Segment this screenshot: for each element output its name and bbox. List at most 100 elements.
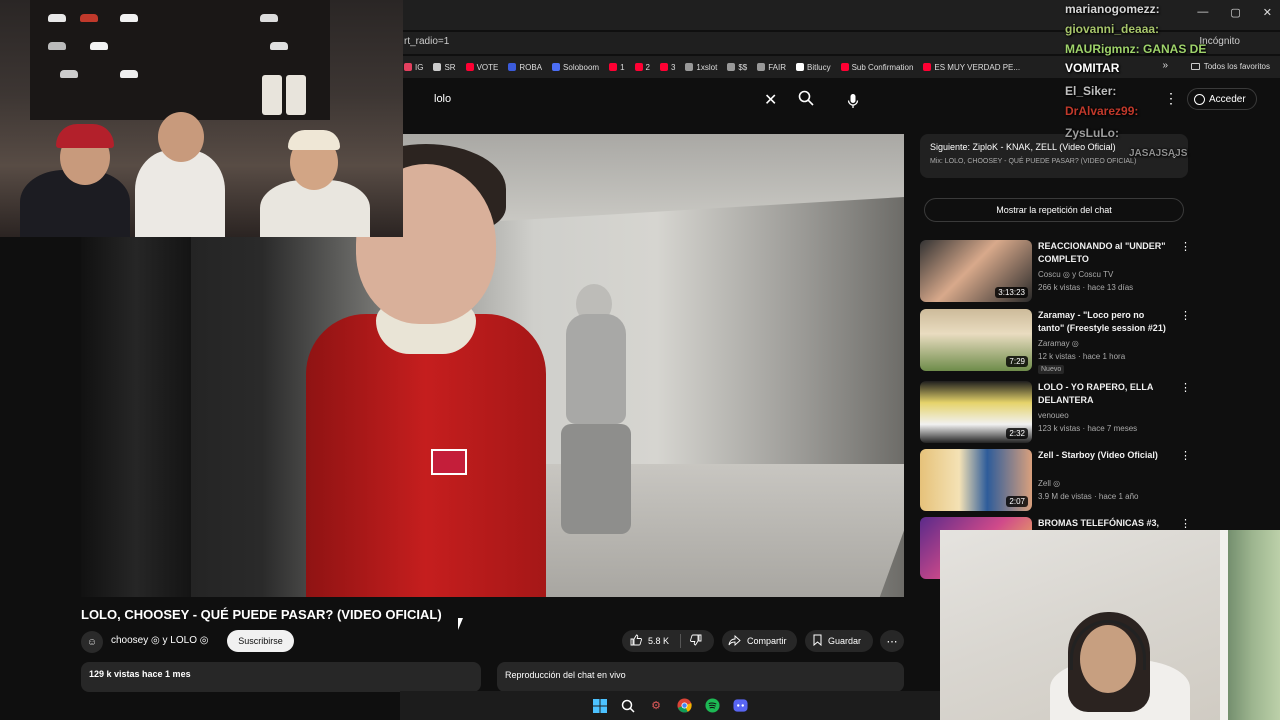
bookmark-item[interactable]: $$	[727, 63, 747, 72]
bookmark-favicon-icon	[840, 63, 849, 71]
windows-start-icon[interactable]	[591, 697, 609, 715]
discord-icon[interactable]	[731, 697, 749, 715]
bookmark-label: ROBA	[519, 62, 543, 72]
share-arrow-icon	[728, 634, 741, 648]
chat-message: marianogomezz:	[1065, 2, 1160, 16]
bookmark-favicon-icon	[923, 63, 932, 71]
bookmark-item[interactable]: Sub Confirmation	[840, 63, 913, 72]
recommendation-thumbnail[interactable]: 7:29	[920, 309, 1032, 371]
bookmark-favicon-icon	[508, 63, 517, 71]
bookmark-item[interactable]: SR	[433, 62, 456, 72]
more-actions-button[interactable]: ⋯	[880, 630, 904, 652]
bookmark-favicon-icon	[634, 63, 643, 71]
taskbar-search-icon[interactable]	[619, 697, 637, 715]
bookmark-favicon-icon	[659, 63, 668, 71]
recommendation-channel[interactable]: Coscu ◎ y Coscu TV	[1038, 270, 1113, 279]
recommendation-channel[interactable]: Zell ◎	[1038, 479, 1060, 488]
recommendation-menu-icon[interactable]: ⋮	[1180, 309, 1191, 322]
mouse-cursor-icon	[458, 618, 468, 630]
bookmark-item[interactable]: IG	[404, 63, 423, 72]
bookmark-icon	[813, 634, 822, 648]
thumbs-down-icon[interactable]	[690, 634, 702, 649]
app-icon[interactable]: ⚙	[647, 697, 665, 715]
chrome-icon[interactable]	[675, 697, 693, 715]
recommendation-menu-icon[interactable]: ⋮	[1180, 381, 1191, 394]
video-scene-dancer	[551, 274, 641, 544]
recommendation-title[interactable]: Zaramay - "Loco pero no tanto" (Freestyl…	[1038, 309, 1173, 335]
bookmark-label: Soloboom	[563, 62, 600, 72]
recommendation-channel[interactable]: venoueo	[1038, 411, 1069, 420]
recommendation-item[interactable]: 7:29 Zaramay - "Loco pero no tanto" (Free…	[920, 309, 1191, 374]
recommendation-menu-icon[interactable]: ⋮	[1180, 449, 1191, 462]
recommendation-meta: 123 k vistas · hace 7 meses	[1038, 424, 1138, 433]
bookmark-item[interactable]: 3	[659, 63, 675, 72]
live-chat-replay-header[interactable]: Reproducción del chat en vivo	[497, 662, 904, 692]
subscribe-button[interactable]: Suscribirse	[227, 630, 294, 652]
bookmark-item[interactable]: 1	[609, 63, 625, 72]
recommendation-meta: 3.9 M de vistas · hace 1 año	[1038, 492, 1139, 501]
search-icon[interactable]	[798, 90, 814, 110]
flag-patch-icon	[431, 449, 467, 475]
search-box[interactable]: lolo ✕	[420, 86, 859, 114]
bookmark-label: 2	[645, 62, 650, 72]
streamer-webcam-top	[0, 0, 403, 237]
search-input[interactable]: lolo	[434, 93, 451, 105]
video-title: LOLO, CHOOSEY - QUÉ PUEDE PASAR? (VIDEO …	[81, 607, 442, 622]
recommendation-title[interactable]: Zell - Starboy (Video Oficial)	[1038, 449, 1173, 462]
clear-search-icon[interactable]: ✕	[764, 90, 777, 110]
recommendation-title[interactable]: REACCIONANDO al "UNDER" COMPLETO	[1038, 240, 1173, 266]
bookmark-favicon-icon	[433, 63, 442, 71]
video-duration: 3:13:23	[995, 287, 1028, 298]
recommendation-title[interactable]: BROMAS TELEFÓNICAS #3,	[1038, 517, 1173, 530]
channel-name[interactable]: choosey ◎ y LOLO ◎	[111, 635, 209, 646]
recommendation-thumbnail[interactable]: 3:13:23	[920, 240, 1032, 302]
streamer-webcam-bottom	[940, 530, 1280, 720]
bookmark-label: SR	[444, 62, 456, 72]
recommendation-menu-icon[interactable]: ⋮	[1180, 240, 1191, 253]
microphone-icon[interactable]	[842, 90, 864, 112]
bookmark-item[interactable]: Bitlucy	[796, 63, 831, 72]
recommendation-thumbnail[interactable]: 2:32	[920, 381, 1032, 443]
save-button[interactable]: Guardar	[805, 630, 873, 652]
bookmark-favicon-icon	[757, 63, 766, 71]
like-button[interactable]: 5.8 K	[622, 630, 714, 652]
chat-message: ZysLuLo:	[1065, 126, 1119, 140]
address-text: rt_radio=1	[404, 36, 450, 47]
show-chat-replay-button[interactable]: Mostrar la repetición del chat	[924, 198, 1184, 222]
share-label: Compartir	[747, 636, 787, 646]
bookmark-label: FAIR	[768, 62, 787, 72]
recommendation-title[interactable]: LOLO - YO RAPERO, ELLA DELANTERA	[1038, 381, 1173, 407]
bookmark-label: IG	[415, 62, 424, 72]
video-duration: 7:29	[1006, 356, 1028, 367]
bookmark-item[interactable]: 2	[634, 62, 650, 72]
recommendation-thumbnail[interactable]: 2:07	[920, 449, 1032, 511]
bookmark-item[interactable]: Soloboom	[552, 63, 599, 72]
bookmark-favicon-icon	[727, 63, 736, 71]
chat-message: MAURigmnz: GANAS DE	[1065, 42, 1207, 56]
channel-avatar[interactable]: ☺	[81, 631, 103, 653]
bookmark-label: VOTE	[476, 62, 499, 72]
recommendation-menu-icon[interactable]: ⋮	[1180, 517, 1191, 530]
bookmark-item[interactable]: FAIR	[757, 63, 786, 72]
recommendation-item[interactable]: 3:13:23 REACCIONANDO al "UNDER" COMPLETO C…	[920, 240, 1191, 304]
spotify-icon[interactable]	[703, 697, 721, 715]
bookmark-item[interactable]: ES MUY VERDAD PE...	[923, 63, 1020, 72]
like-divider	[680, 634, 681, 648]
bookmark-item[interactable]: 1xslot	[685, 63, 717, 72]
close-window-button[interactable]: ✕	[1263, 6, 1272, 19]
share-button[interactable]: Compartir	[722, 630, 797, 652]
chat-message: VOMITAR	[1065, 61, 1120, 75]
recommendation-meta: 12 k vistas · hace 1 hora	[1038, 352, 1126, 361]
recommendation-item[interactable]: 2:32 LOLO - YO RAPERO, ELLA DELANTERA veno…	[920, 381, 1191, 445]
bookmark-label: $$	[738, 62, 748, 72]
bookmark-label: Bitlucy	[807, 62, 831, 72]
taskbar: ⚙	[400, 691, 940, 720]
recommendation-channel[interactable]: Zaramay ◎	[1038, 339, 1079, 348]
bookmark-item[interactable]: ROBA	[508, 63, 542, 72]
bookmark-item[interactable]: VOTE	[465, 62, 499, 72]
bookmark-label: ES MUY VERDAD PE...	[934, 62, 1021, 72]
chat-message: JASAJSAJS	[1129, 148, 1188, 159]
description-box[interactable]: 129 k vistas hace 1 mes	[81, 662, 481, 692]
recommendation-meta: 266 k vistas · hace 13 días	[1038, 283, 1134, 292]
recommendation-item[interactable]: 2:07 Zell - Starboy (Video Oficial) Zell ◎…	[920, 449, 1191, 513]
